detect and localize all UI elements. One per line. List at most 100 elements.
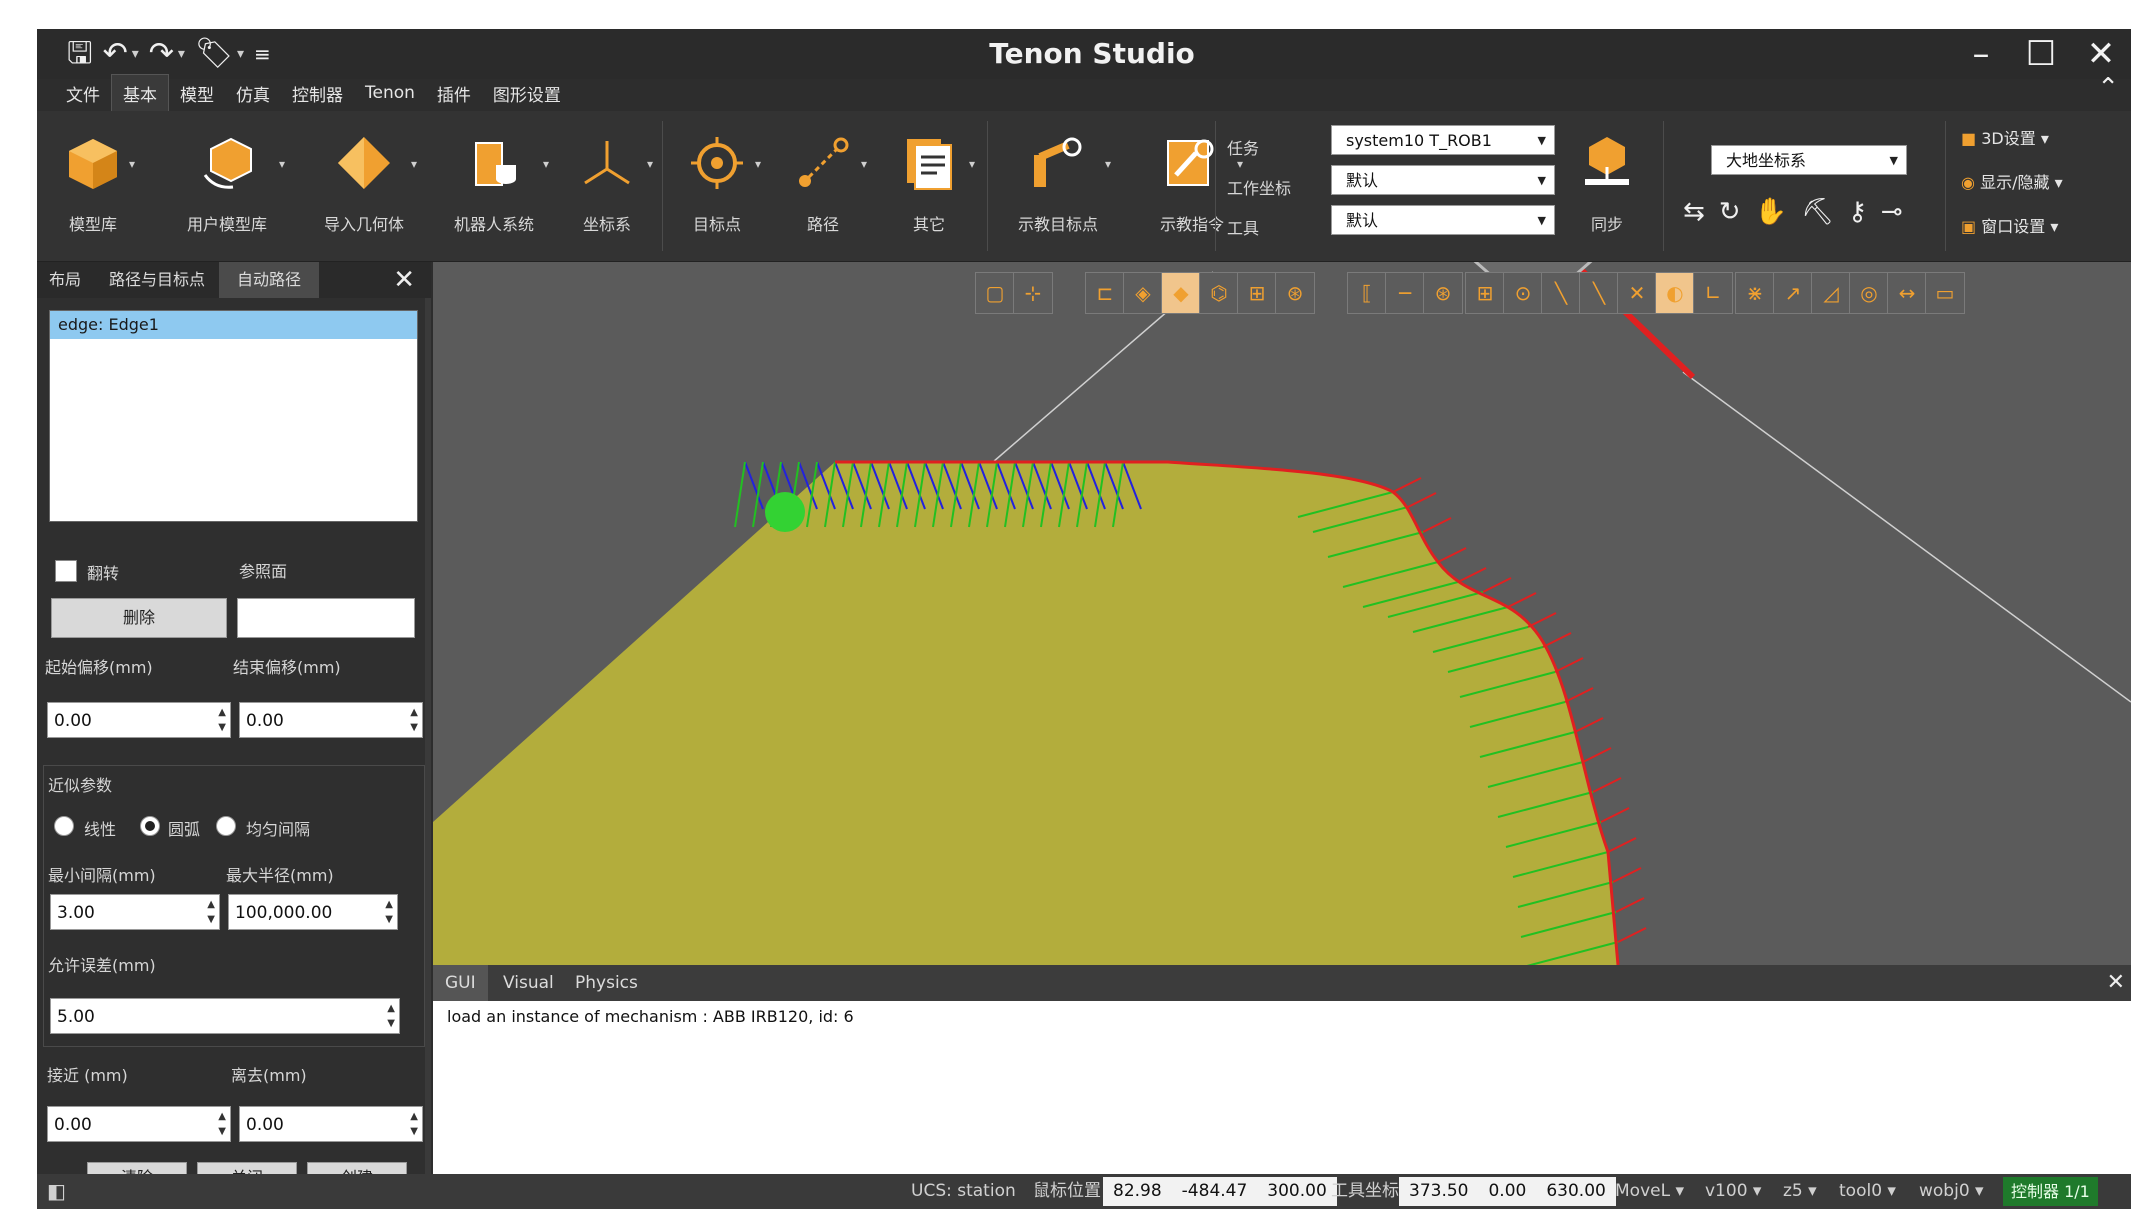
panel-toggle-icon[interactable]: ◧ bbox=[47, 1174, 66, 1209]
coordinate-system-button[interactable]: ▾ 坐标系 bbox=[557, 111, 657, 261]
snap-center-icon[interactable]: ⊛ bbox=[1423, 272, 1463, 314]
edge-list[interactable]: edge: Edge1 bbox=[49, 310, 418, 522]
import-geometry-button[interactable]: ▾ 导入几何体 bbox=[299, 111, 429, 261]
user-model-library-button[interactable]: ▾ 用户模型库 bbox=[159, 111, 295, 261]
start-offset-spinbox[interactable]: 0.00 ▲ ▼ bbox=[47, 702, 231, 738]
snap-object-icon[interactable]: ⟦ bbox=[1347, 272, 1387, 314]
snap-all-icon[interactable]: ⋇ bbox=[1735, 272, 1775, 314]
close-icon[interactable]: ✕ bbox=[2107, 965, 2125, 1001]
tab-tenon[interactable]: Tenon bbox=[354, 77, 426, 109]
measure-angle-icon[interactable]: ◿ bbox=[1811, 272, 1851, 314]
model-library-button[interactable]: ▾ 模型库 bbox=[43, 111, 143, 261]
ref-surface-input[interactable] bbox=[237, 598, 415, 638]
fit-view-icon[interactable]: ▢ bbox=[975, 272, 1015, 314]
swap-icon[interactable]: ⇆ bbox=[1683, 197, 1705, 227]
motion-type-select[interactable]: MoveL ▾ bbox=[1615, 1174, 1684, 1209]
link-icon[interactable]: ⊸ bbox=[1881, 197, 1903, 227]
task-select[interactable]: system10 T_ROB1 ▼ bbox=[1331, 125, 1555, 155]
select-icon[interactable]: ⊏ bbox=[1085, 272, 1125, 314]
close-icon[interactable]: ✕ bbox=[393, 262, 415, 298]
body-select-icon[interactable]: ◆ bbox=[1161, 272, 1201, 314]
zone-select[interactable]: z5 ▾ bbox=[1783, 1174, 1817, 1209]
collapse-ribbon-icon[interactable]: ⌃ bbox=[2097, 73, 2119, 103]
chevron-down-icon[interactable]: ▾ bbox=[1105, 157, 1111, 171]
tab-gui[interactable]: GUI bbox=[433, 965, 488, 1001]
max-radius-spinbox[interactable]: 100,000.00 ▲ ▼ bbox=[228, 894, 398, 930]
flip-checkbox[interactable] bbox=[55, 560, 77, 582]
teach-target-button[interactable]: ▾ 示教目标点 bbox=[993, 111, 1123, 261]
target-button[interactable]: ▾ 目标点 bbox=[667, 111, 767, 261]
end-offset-spinbox[interactable]: 0.00 ▲ ▼ bbox=[239, 702, 423, 738]
speed-select[interactable]: v100 ▾ bbox=[1705, 1174, 1761, 1209]
3d-settings-button[interactable]: ■ 3D设置 ▾ bbox=[1961, 125, 2049, 149]
other-button[interactable]: ▾ 其它 bbox=[879, 111, 979, 261]
robot-system-button[interactable]: ▾ 机器人系统 bbox=[429, 111, 559, 261]
surface-select-icon[interactable]: ⌬ bbox=[1199, 272, 1239, 314]
workobject-select[interactable]: 默认 ▼ bbox=[1331, 165, 1555, 195]
hand-icon[interactable]: ✋ bbox=[1755, 197, 1787, 227]
wobj-select-status[interactable]: wobj0 ▾ bbox=[1919, 1174, 1984, 1209]
snap-midpoint-icon[interactable]: ╲ bbox=[1579, 272, 1619, 314]
controller-badge[interactable]: 控制器 1/1 bbox=[2003, 1177, 2098, 1206]
chevron-down-icon[interactable]: ▾ bbox=[543, 157, 549, 171]
window-settings-button[interactable]: ▣ 窗口设置 ▾ bbox=[1961, 213, 2058, 237]
point-select-icon[interactable]: ⊛ bbox=[1275, 272, 1315, 314]
linear-radio[interactable] bbox=[54, 816, 74, 836]
3d-viewport[interactable]: ▢ ⊹ ⊏ ◈ ◆ ⌬ ⊞ ⊛ ⟦ ─ ⊛ ⊞ ⊙ ╲ ╲ ✕ ◐ ∟ ⋇ ↗ ◿ ◎ ↔ ▭ bbox=[433, 262, 2131, 965]
tab-simulation[interactable]: 仿真 bbox=[225, 75, 281, 112]
show-hide-button[interactable]: ◉ 显示/隐藏 ▾ bbox=[1961, 169, 2063, 193]
chevron-down-icon[interactable]: ▾ bbox=[1237, 157, 1243, 171]
tab-auto-path[interactable]: 自动路径 bbox=[219, 262, 319, 298]
approach-spinbox[interactable]: 0.00 ▲ ▼ bbox=[47, 1106, 231, 1142]
tab-model[interactable]: 模型 bbox=[169, 75, 225, 112]
maximize-icon[interactable]: ☐ bbox=[2011, 31, 2071, 77]
snap-arc-icon[interactable]: ◐ bbox=[1655, 272, 1695, 314]
chevron-down-icon[interactable]: ▾ bbox=[129, 157, 135, 171]
tab-basic[interactable]: 基本 bbox=[111, 74, 169, 112]
rotate-icon[interactable]: ↻ bbox=[1719, 197, 1741, 227]
path-button[interactable]: ▾ 路径 bbox=[773, 111, 873, 261]
tool-select[interactable]: 默认 ▼ bbox=[1331, 205, 1555, 235]
tab-physics[interactable]: Physics bbox=[563, 965, 650, 1001]
tab-file[interactable]: 文件 bbox=[55, 75, 111, 112]
tab-paths-targets[interactable]: 路径与目标点 bbox=[97, 262, 217, 298]
tab-plugins[interactable]: 插件 bbox=[426, 75, 482, 112]
key-icon[interactable]: ⚷ bbox=[1848, 197, 1867, 227]
uniform-radio[interactable] bbox=[216, 816, 236, 836]
chevron-down-icon[interactable]: ▾ bbox=[279, 157, 285, 171]
snap-line-icon[interactable]: ╲ bbox=[1541, 272, 1581, 314]
snap-perpendicular-icon[interactable]: ∟ bbox=[1693, 272, 1733, 314]
chevron-down-icon[interactable]: ▾ bbox=[861, 157, 867, 171]
tab-visual[interactable]: Visual bbox=[491, 965, 566, 1001]
measure-diameter-icon[interactable]: ◎ bbox=[1849, 272, 1889, 314]
grid-select-icon[interactable]: ⊞ bbox=[1237, 272, 1277, 314]
tab-graphics-settings[interactable]: 图形设置 bbox=[482, 75, 572, 112]
tool-select-status[interactable]: tool0 ▾ bbox=[1839, 1174, 1896, 1209]
close-icon[interactable]: ✕ bbox=[2071, 31, 2131, 77]
tab-controller[interactable]: 控制器 bbox=[281, 75, 354, 112]
chevron-down-icon[interactable]: ▾ bbox=[755, 157, 761, 171]
snap-circle-icon[interactable]: ⊙ bbox=[1503, 272, 1543, 314]
part-select-icon[interactable]: ◈ bbox=[1123, 272, 1163, 314]
panel-scrollbar[interactable] bbox=[425, 298, 431, 1174]
sync-button[interactable]: 同步 bbox=[1567, 111, 1647, 261]
list-item[interactable]: edge: Edge1 bbox=[50, 311, 417, 339]
snap-grid-icon[interactable]: ⊞ bbox=[1465, 272, 1505, 314]
gripper-icon[interactable]: ⛏ bbox=[1801, 197, 1834, 227]
measure-length-icon[interactable]: ↔ bbox=[1887, 272, 1927, 314]
measure-more-icon[interactable]: ▭ bbox=[1925, 272, 1965, 314]
snap-edge-icon[interactable]: ─ bbox=[1385, 272, 1425, 314]
min-gap-spinbox[interactable]: 3.00 ▲ ▼ bbox=[50, 894, 220, 930]
chevron-down-icon[interactable]: ▾ bbox=[411, 157, 417, 171]
arc-radio[interactable] bbox=[140, 816, 160, 836]
tolerance-spinbox[interactable]: 5.00 ▲ ▼ bbox=[50, 998, 400, 1034]
chevron-down-icon[interactable]: ▾ bbox=[969, 157, 975, 171]
frame-select[interactable]: 大地坐标系 ▼ bbox=[1711, 145, 1907, 175]
snap-intersection-icon[interactable]: ✕ bbox=[1617, 272, 1657, 314]
minimize-icon[interactable]: – bbox=[1951, 31, 2011, 77]
zoom-all-icon[interactable]: ⊹ bbox=[1013, 272, 1053, 314]
measure-distance-icon[interactable]: ↗ bbox=[1773, 272, 1813, 314]
depart-spinbox[interactable]: 0.00 ▲ ▼ bbox=[239, 1106, 423, 1142]
delete-button[interactable]: 删除 bbox=[51, 598, 227, 638]
tab-layout[interactable]: 布局 bbox=[37, 262, 93, 298]
